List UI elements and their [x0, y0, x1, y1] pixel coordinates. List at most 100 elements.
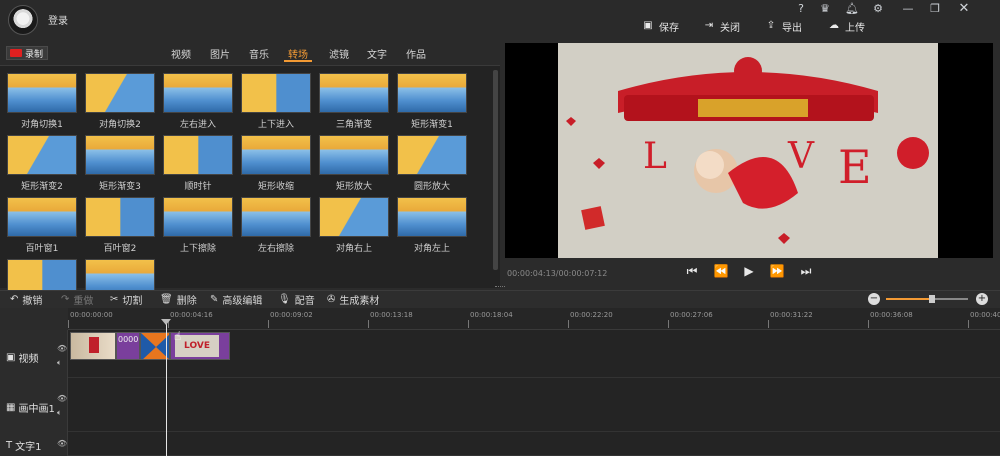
transition-thumbnail[interactable] — [319, 197, 389, 237]
playhead[interactable] — [166, 322, 167, 456]
minimize-icon[interactable]: — — [900, 2, 916, 16]
tab-transition[interactable]: 转场 — [284, 46, 312, 62]
close-window-icon[interactable]: ✕ — [956, 2, 972, 16]
ruler-tick-label: 00:00:22:20 — [570, 311, 613, 319]
skip-start-icon[interactable]: ⏮ — [684, 263, 700, 279]
transition-label: 三角渐变 — [335, 120, 372, 130]
ruler-tick-mark — [568, 320, 569, 328]
transition-label: 矩形放大 — [335, 182, 372, 192]
tab-video[interactable]: 视频 — [168, 46, 194, 62]
svg-text:V: V — [787, 136, 815, 177]
redo-button[interactable]: ↷ 重做 — [61, 292, 93, 307]
transition-thumbnail[interactable] — [319, 73, 389, 113]
tab-filter[interactable]: 滤镜 — [326, 46, 352, 62]
transition-thumbnail[interactable] — [319, 135, 389, 175]
generate-material-button[interactable]: ✇ 生成素材 — [327, 292, 379, 307]
visibility-eye-icon[interactable]: 👁︎ — [57, 394, 67, 403]
zoom-slider-thumb[interactable] — [929, 295, 935, 303]
transition-thumbnail[interactable] — [241, 135, 311, 175]
ruler-tick-label: 00:00:31:22 — [770, 311, 813, 319]
tab-works[interactable]: 作品 — [403, 46, 429, 62]
transition-thumbnail[interactable] — [241, 73, 311, 113]
user-avatar[interactable] — [8, 5, 38, 35]
help-icon[interactable]: ? — [793, 2, 809, 16]
undo-button[interactable]: ↶ 撤销 — [10, 292, 42, 307]
save-button[interactable]: ▣ 保存 — [642, 18, 679, 34]
pencil-icon: ✎ — [210, 293, 219, 305]
ruler-tick-label: 00:00:00:00 — [70, 311, 113, 319]
pip-track — [0, 378, 1000, 432]
transition-label: 顺时针 — [184, 182, 212, 192]
ruler-tick-mark — [468, 320, 469, 328]
transition-label: 圆形放大 — [413, 182, 450, 192]
transition-thumbnail[interactable] — [85, 197, 155, 237]
preview-frame: L V E — [558, 43, 938, 258]
close-button[interactable]: ⇥ 关闭 — [703, 18, 740, 34]
video-clip[interactable] — [70, 332, 116, 360]
save-icon: ▣ — [643, 20, 653, 31]
zoom-in-icon[interactable]: + — [976, 293, 988, 305]
transition-thumbnail[interactable] — [163, 197, 233, 237]
step-back-icon[interactable]: ⏪ — [713, 263, 729, 279]
pip-track-header: ▦ 画中画1 👁︎ 🔈︎ — [0, 378, 68, 432]
transition-thumbnail[interactable] — [163, 135, 233, 175]
edit-toolbar — [0, 290, 1000, 308]
exit-icon: ⇥ — [704, 20, 714, 31]
transition-thumbnail[interactable] — [85, 135, 155, 175]
tab-music[interactable]: 音乐 — [246, 46, 272, 62]
voiceover-button[interactable]: 🎙︎ 配音 — [278, 292, 315, 307]
media-scrollbar[interactable] — [493, 70, 498, 270]
cut-button[interactable]: ✂ 切割 — [110, 292, 142, 307]
visibility-eye-icon[interactable]: 👁︎ — [57, 439, 67, 448]
step-forward-icon[interactable]: ⏩ — [769, 263, 785, 279]
export-button[interactable]: ⇪ 导出 — [765, 18, 802, 34]
transition-thumbnail[interactable] — [85, 73, 155, 113]
transition-thumbnail[interactable] — [7, 197, 77, 237]
transition-thumbnail[interactable] — [7, 73, 77, 113]
maximize-icon[interactable]: ❐ — [927, 2, 943, 16]
transition-thumbnail[interactable] — [397, 135, 467, 175]
transition-label: 对角右上 — [335, 244, 372, 254]
ruler-tick-label: 00:00:36:08 — [870, 311, 913, 319]
transition-thumbnail[interactable] — [241, 197, 311, 237]
notification-bell-icon[interactable]: 🔔︎ — [844, 2, 860, 16]
upload-button[interactable]: ☁ 上传 — [828, 18, 865, 34]
tab-image[interactable]: 图片 — [207, 46, 233, 62]
trash-icon: 🗑︎ — [160, 293, 173, 305]
delete-button[interactable]: 🗑︎ 删除 — [160, 292, 197, 307]
splitter-handle[interactable] — [495, 286, 505, 289]
skip-end-icon[interactable]: ⏭ — [798, 263, 814, 279]
vip-crown-icon[interactable]: ♛ — [817, 2, 833, 16]
playback-time: 00:00:04:13/00:00:07:12 — [507, 269, 608, 278]
transition-label: 矩形渐变3 — [99, 182, 141, 192]
pip-track-icon: ▦ — [6, 402, 16, 413]
video-clip[interactable]: 0000 — [116, 332, 140, 360]
transition-thumbnail[interactable] — [163, 73, 233, 113]
redo-icon: ↷ — [61, 293, 70, 305]
transition-thumbnail[interactable] — [397, 73, 467, 113]
ruler-tick-label: 00:00:18:04 — [470, 311, 513, 319]
volume-icon[interactable]: 🔈︎ — [57, 358, 62, 368]
settings-gear-icon[interactable]: ⚙ — [870, 2, 886, 16]
transition-label: 左右进入 — [179, 120, 216, 130]
login-link[interactable]: 登录 — [48, 12, 68, 27]
transition-label: 左右擦除 — [257, 244, 294, 254]
transition-label: 上下进入 — [257, 120, 294, 130]
volume-icon[interactable]: 🔈︎ — [57, 408, 62, 418]
ruler-tick-mark — [868, 320, 869, 328]
ruler-tick-mark — [668, 320, 669, 328]
ruler-tick-label: 00:00:40 — [970, 311, 1000, 319]
transition-label: 百叶窗2 — [103, 244, 137, 254]
transition-label: 矩形收缩 — [257, 182, 294, 192]
play-icon[interactable]: ▶ — [741, 263, 757, 279]
visibility-eye-icon[interactable]: 👁︎ — [57, 344, 67, 353]
zoom-out-icon[interactable]: − — [868, 293, 880, 305]
tab-text[interactable]: 文字 — [364, 46, 390, 62]
transition-thumbnail[interactable] — [397, 197, 467, 237]
advanced-edit-button[interactable]: ✎ 高级编辑 — [210, 292, 262, 307]
transition-label: 百叶窗1 — [25, 244, 59, 254]
ruler-tick-label: 00:00:09:02 — [270, 311, 313, 319]
transition-thumbnail[interactable] — [7, 135, 77, 175]
ruler-tick-mark — [268, 320, 269, 328]
record-button[interactable]: 录制 — [6, 46, 48, 60]
